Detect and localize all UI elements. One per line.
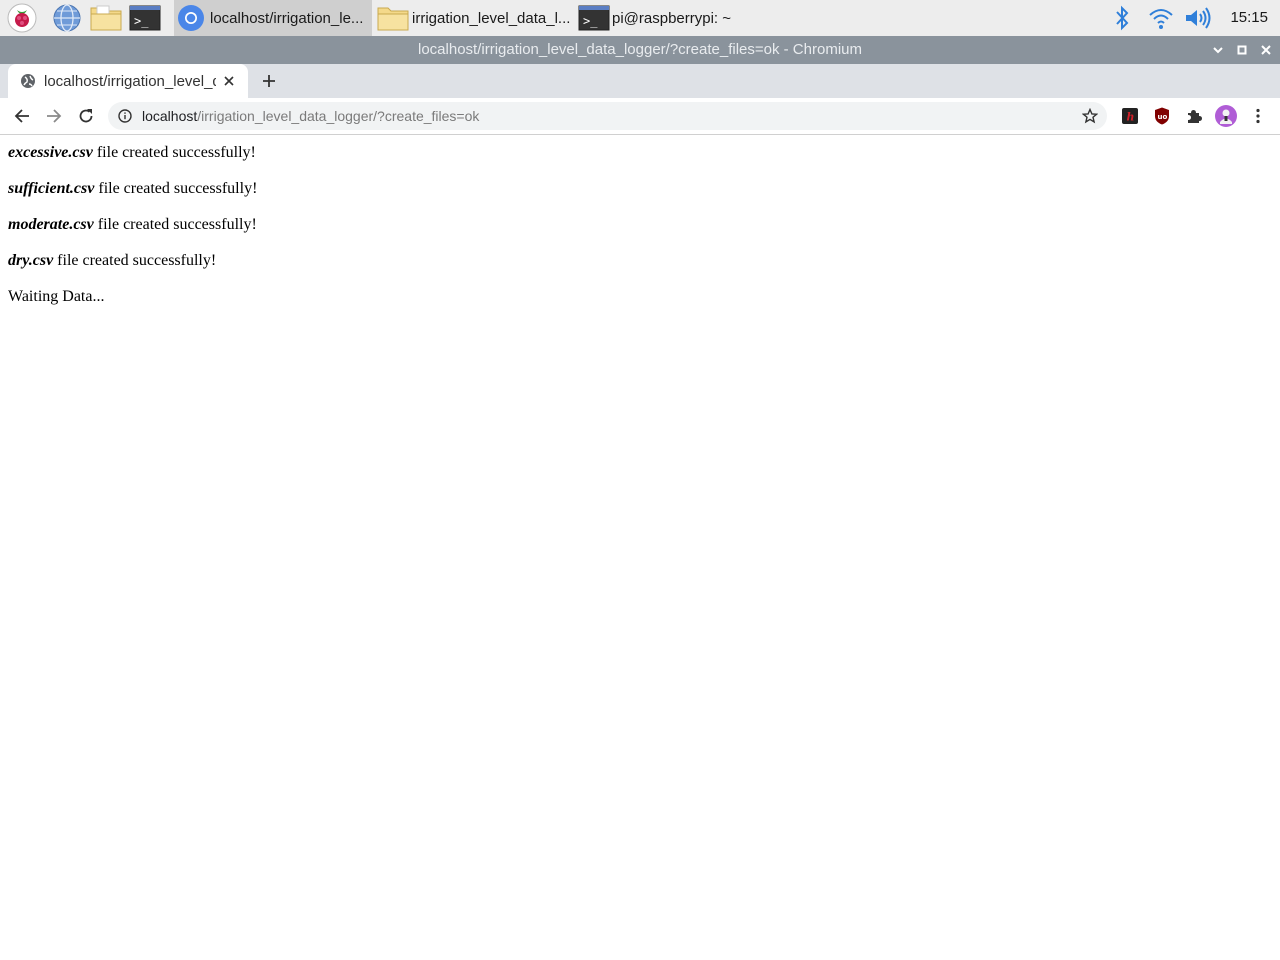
svg-text:>_: >_: [583, 14, 598, 28]
raspberry-menu-button[interactable]: [4, 0, 40, 36]
volume-button[interactable]: [1182, 0, 1214, 36]
file-name: moderate.csv: [8, 216, 94, 233]
tab-title: localhost/irrigation_level_data_logger/?…: [44, 72, 216, 90]
h-extension-icon: h: [1122, 108, 1138, 124]
globe-icon: [53, 4, 81, 32]
kebab-menu-icon: [1256, 108, 1260, 124]
bluetooth-button[interactable]: [1110, 0, 1134, 36]
tab-strip: localhost/irrigation_level_data_logger/?…: [0, 64, 1280, 98]
folder-icon: [377, 7, 409, 31]
maximize-icon: [1237, 45, 1247, 55]
clock[interactable]: 15:15: [1230, 0, 1268, 36]
terminal-icon: >_: [578, 5, 610, 31]
minimize-button[interactable]: [1206, 36, 1230, 64]
h-extension-button[interactable]: h: [1116, 102, 1144, 130]
forward-button[interactable]: [40, 102, 68, 130]
close-tab-button[interactable]: [220, 72, 238, 90]
star-icon: [1082, 108, 1098, 124]
info-icon: [118, 109, 132, 123]
globe-icon: [21, 74, 35, 88]
close-icon: [1261, 45, 1271, 55]
task-label: pi@raspberrypi: ~: [612, 9, 732, 27]
svg-text:>_: >_: [134, 14, 149, 28]
terminal-launcher[interactable]: >_: [128, 0, 162, 36]
message-line: excessive.csv file created successfully!: [8, 144, 256, 162]
message-line: moderate.csv file created successfully!: [8, 216, 257, 234]
message-text: file created successfully!: [93, 216, 257, 233]
chevron-down-icon: [1213, 47, 1223, 54]
arrow-right-icon: [47, 109, 62, 123]
file-name: sufficient.csv: [8, 180, 95, 197]
file-manager-launcher[interactable]: [88, 0, 124, 36]
message-text: file created successfully!: [53, 252, 217, 269]
ublock-icon: uo: [1155, 107, 1169, 125]
taskbar: >_ localhost/irrigation_le... irrigation…: [0, 0, 1280, 36]
message-line: dry.csv file created successfully!: [8, 252, 216, 270]
window-titlebar[interactable]: localhost/irrigation_level_data_logger/?…: [0, 36, 1280, 64]
terminal-icon: >_: [129, 5, 161, 31]
task-label: localhost/irrigation_le...: [210, 9, 364, 27]
wifi-icon: [1149, 9, 1173, 29]
bookmark-button[interactable]: [1079, 105, 1101, 127]
maximize-button[interactable]: [1230, 36, 1254, 64]
window-title: localhost/irrigation_level_data_logger/?…: [418, 41, 862, 58]
message-text: file created successfully!: [92, 144, 256, 161]
plus-icon: [263, 75, 275, 87]
message-text: file created successfully!: [94, 180, 258, 197]
reload-button[interactable]: [72, 102, 100, 130]
site-info-button[interactable]: [116, 107, 134, 125]
message-line: sufficient.csv file created successfully…: [8, 180, 257, 198]
back-button[interactable]: [8, 102, 36, 130]
profile-avatar-button[interactable]: [1212, 102, 1240, 130]
task-label: irrigation_level_data_l...: [412, 9, 571, 27]
browser-toolbar: localhost/irrigation_level_data_logger/?…: [0, 98, 1280, 135]
task-file-manager[interactable]: irrigation_level_data_l...: [374, 0, 574, 36]
task-terminal[interactable]: >_ pi@raspberrypi: ~: [576, 0, 774, 36]
extensions-button[interactable]: [1180, 102, 1208, 130]
puzzle-icon: [1188, 110, 1202, 123]
browser-menu-button[interactable]: [1244, 102, 1272, 130]
status-text: Waiting Data...: [8, 288, 105, 305]
file-name: dry.csv: [8, 252, 54, 269]
wifi-button[interactable]: [1146, 0, 1176, 36]
svg-text:h: h: [1127, 111, 1135, 124]
chromium-icon: [178, 5, 204, 31]
svg-text:uo: uo: [1158, 113, 1168, 121]
close-icon: [224, 76, 234, 86]
reload-icon: [79, 109, 93, 123]
close-window-button[interactable]: [1254, 36, 1278, 64]
web-browser-launcher[interactable]: [50, 0, 84, 36]
arrow-left-icon: [14, 109, 29, 123]
url-host: localhost: [142, 108, 198, 124]
bluetooth-icon: [1116, 5, 1129, 31]
raspberry-icon: [7, 3, 37, 33]
address-bar[interactable]: localhost/irrigation_level_data_logger/?…: [108, 102, 1107, 130]
volume-icon: [1186, 7, 1211, 29]
tab-active[interactable]: localhost/irrigation_level_data_logger/?…: [8, 64, 248, 98]
url-text[interactable]: localhost/irrigation_level_data_logger/?…: [142, 102, 479, 130]
task-chromium[interactable]: localhost/irrigation_le...: [174, 0, 372, 36]
url-path: /irrigation_level_data_logger/?create_fi…: [197, 108, 480, 124]
new-tab-button[interactable]: [256, 68, 282, 94]
page-content: excessive.csv file created successfully!…: [0, 136, 1280, 960]
profile-avatar: [1215, 105, 1237, 127]
file-name: excessive.csv: [8, 144, 93, 161]
folder-icon: [90, 5, 122, 31]
ublock-button[interactable]: uo: [1148, 102, 1176, 130]
